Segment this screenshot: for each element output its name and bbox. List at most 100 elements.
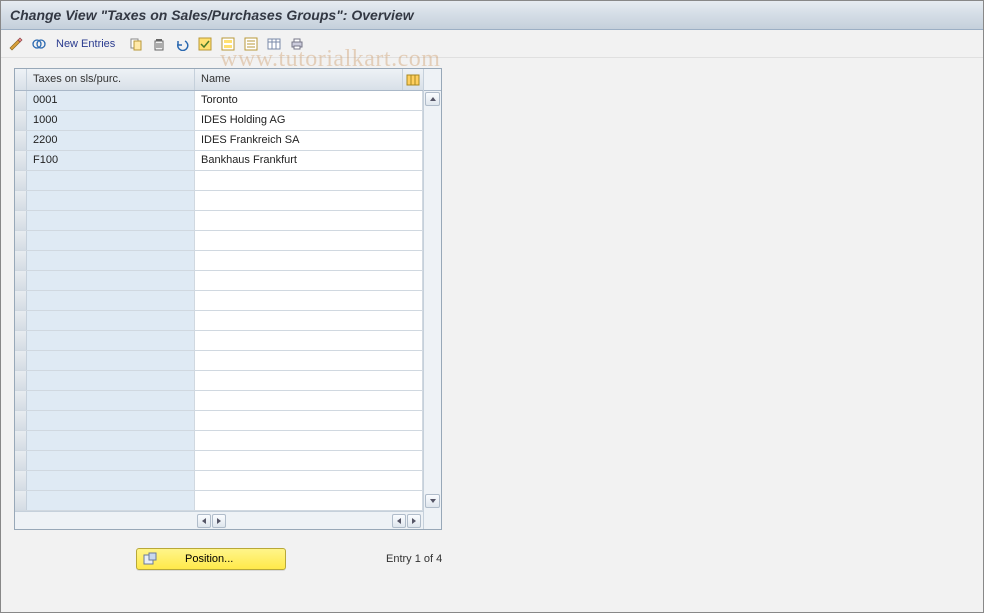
delete-icon[interactable]	[149, 34, 169, 54]
table-row: 0001Toronto	[15, 91, 423, 111]
row-selector[interactable]	[15, 251, 27, 270]
cell-code[interactable]	[27, 271, 195, 290]
cell-name[interactable]	[195, 171, 423, 190]
row-selector[interactable]	[15, 451, 27, 470]
row-selector[interactable]	[15, 491, 27, 510]
row-selector[interactable]	[15, 391, 27, 410]
cell-code[interactable]	[27, 491, 195, 510]
scroll-right-icon[interactable]	[212, 514, 226, 528]
column-header-code[interactable]: Taxes on sls/purc.	[27, 69, 195, 90]
other-view-icon[interactable]	[29, 34, 49, 54]
select-block-icon[interactable]	[218, 34, 238, 54]
row-selector[interactable]	[15, 271, 27, 290]
row-selector[interactable]	[15, 471, 27, 490]
table-row: 2200IDES Frankreich SA	[15, 131, 423, 151]
cell-name[interactable]	[195, 391, 423, 410]
cell-code[interactable]	[27, 351, 195, 370]
undo-icon[interactable]	[172, 34, 192, 54]
scroll-right-end-icon[interactable]	[407, 514, 421, 528]
cell-name[interactable]	[195, 371, 423, 390]
column-header-name[interactable]: Name	[195, 69, 403, 90]
cell-name[interactable]	[195, 291, 423, 310]
cell-name[interactable]	[195, 271, 423, 290]
row-selector[interactable]	[15, 191, 27, 210]
cell-code[interactable]: 0001	[27, 91, 195, 110]
cell-code[interactable]: 1000	[27, 111, 195, 130]
cell-code[interactable]	[27, 211, 195, 230]
cell-code[interactable]	[27, 371, 195, 390]
cell-name[interactable]: Bankhaus Frankfurt	[195, 151, 423, 170]
table-row	[15, 251, 423, 271]
position-button[interactable]: Position...	[136, 548, 286, 570]
cell-code[interactable]: 2200	[27, 131, 195, 150]
cell-name[interactable]	[195, 191, 423, 210]
toggle-display-change-icon[interactable]	[6, 34, 26, 54]
row-selector[interactable]	[15, 171, 27, 190]
cell-code[interactable]	[27, 451, 195, 470]
cell-name[interactable]	[195, 331, 423, 350]
cell-name[interactable]	[195, 351, 423, 370]
table-row: F100Bankhaus Frankfurt	[15, 151, 423, 171]
cell-code[interactable]	[27, 391, 195, 410]
select-all-column-header[interactable]	[15, 69, 27, 90]
table-row	[15, 231, 423, 251]
scroll-left-icon[interactable]	[197, 514, 211, 528]
scroll-left-end-icon[interactable]	[392, 514, 406, 528]
grid-footer: Position... Entry 1 of 4	[14, 548, 984, 570]
data-grid: Taxes on sls/purc. Name 0001Toronto1000I…	[14, 68, 442, 530]
table-settings-icon[interactable]	[264, 34, 284, 54]
cell-code[interactable]	[27, 251, 195, 270]
print-icon[interactable]	[287, 34, 307, 54]
cell-name[interactable]	[195, 211, 423, 230]
row-selector[interactable]	[15, 131, 27, 150]
cell-name[interactable]	[195, 411, 423, 430]
cell-name[interactable]: IDES Frankreich SA	[195, 131, 423, 150]
cell-name[interactable]	[195, 431, 423, 450]
row-selector[interactable]	[15, 331, 27, 350]
table-row	[15, 471, 423, 491]
row-selector[interactable]	[15, 351, 27, 370]
cell-code[interactable]	[27, 431, 195, 450]
scroll-up-icon[interactable]	[425, 92, 440, 106]
cell-name[interactable]	[195, 471, 423, 490]
row-selector[interactable]	[15, 371, 27, 390]
cell-name[interactable]: Toronto	[195, 91, 423, 110]
table-row	[15, 311, 423, 331]
cell-code[interactable]	[27, 311, 195, 330]
table-row	[15, 391, 423, 411]
position-button-label: Position...	[185, 553, 233, 565]
cell-name[interactable]	[195, 311, 423, 330]
cell-name[interactable]	[195, 491, 423, 510]
new-entries-button[interactable]: New Entries	[52, 38, 123, 50]
cell-name[interactable]	[195, 451, 423, 470]
row-selector[interactable]	[15, 151, 27, 170]
cell-code[interactable]	[27, 411, 195, 430]
configure-columns-icon[interactable]	[403, 69, 423, 90]
scroll-down-icon[interactable]	[425, 494, 440, 508]
table-row	[15, 371, 423, 391]
cell-name[interactable]	[195, 251, 423, 270]
row-selector[interactable]	[15, 311, 27, 330]
cell-code[interactable]	[27, 471, 195, 490]
row-selector[interactable]	[15, 211, 27, 230]
row-selector[interactable]	[15, 291, 27, 310]
table-row: 1000IDES Holding AG	[15, 111, 423, 131]
cell-name[interactable]: IDES Holding AG	[195, 111, 423, 130]
table-row	[15, 331, 423, 351]
copy-icon[interactable]	[126, 34, 146, 54]
row-selector[interactable]	[15, 111, 27, 130]
cell-code[interactable]	[27, 191, 195, 210]
deselect-all-icon[interactable]	[241, 34, 261, 54]
select-all-icon[interactable]	[195, 34, 215, 54]
row-selector[interactable]	[15, 431, 27, 450]
cell-code[interactable]	[27, 291, 195, 310]
cell-code[interactable]	[27, 231, 195, 250]
row-selector[interactable]	[15, 91, 27, 110]
cell-code[interactable]: F100	[27, 151, 195, 170]
cell-code[interactable]	[27, 171, 195, 190]
cell-code[interactable]	[27, 331, 195, 350]
table-row	[15, 211, 423, 231]
cell-name[interactable]	[195, 231, 423, 250]
row-selector[interactable]	[15, 411, 27, 430]
row-selector[interactable]	[15, 231, 27, 250]
